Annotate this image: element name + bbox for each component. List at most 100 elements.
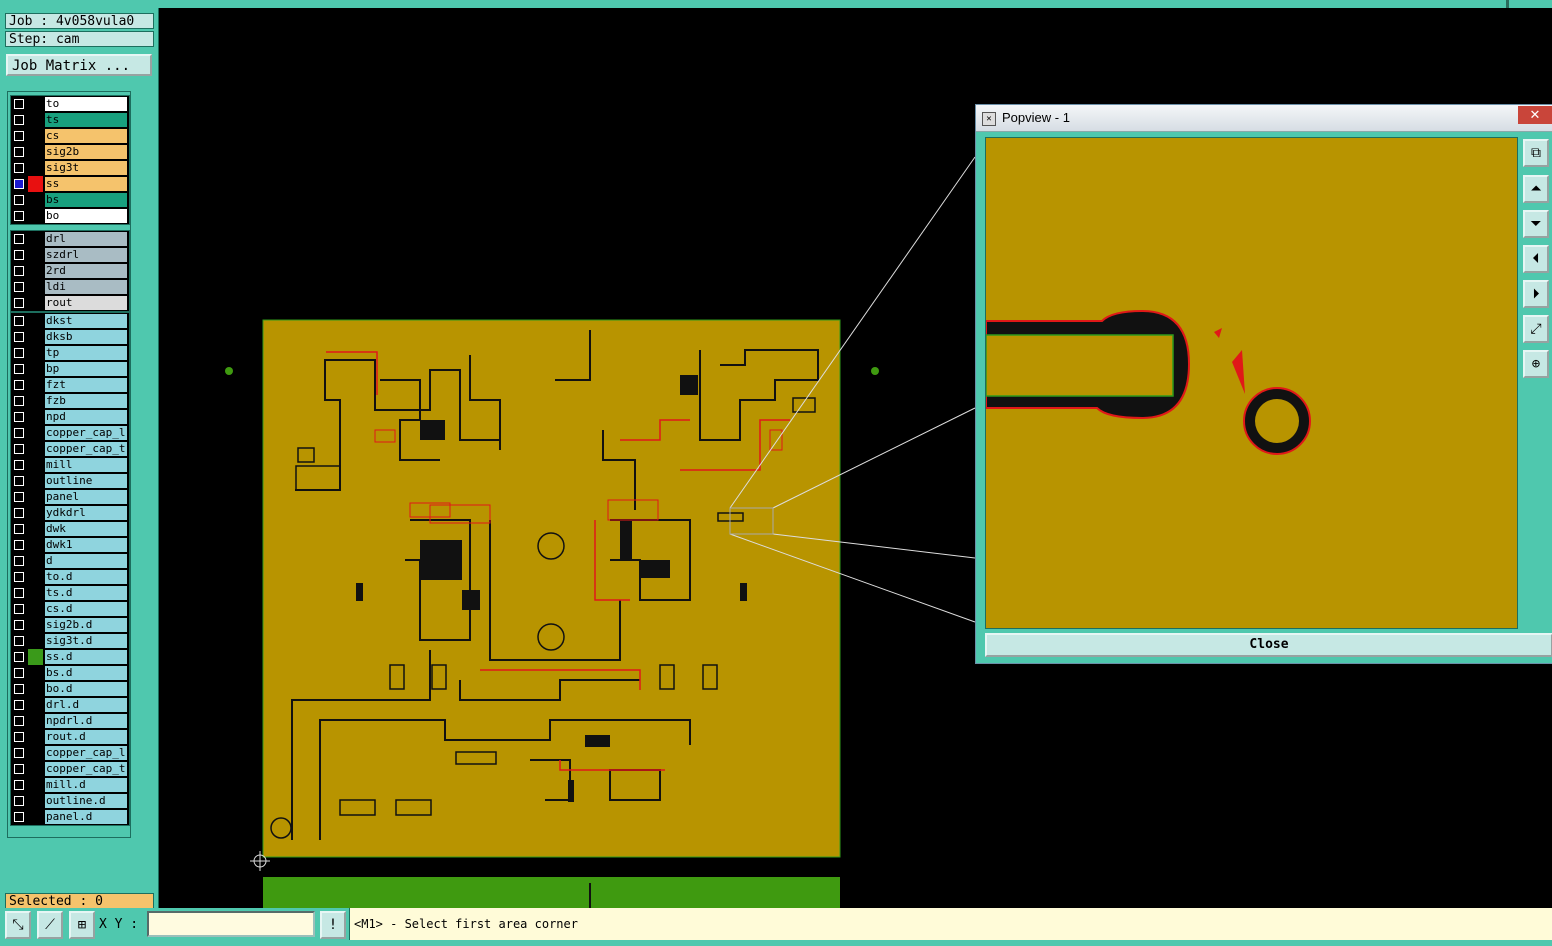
layer-checkbox[interactable]	[14, 652, 24, 662]
layer-checkbox[interactable]	[14, 380, 24, 390]
layer-row-npdrl-d[interactable]: npdrl.d	[11, 713, 129, 729]
layer-name[interactable]: to	[45, 97, 127, 111]
layer-color-swatch[interactable]	[28, 176, 43, 192]
layer-color-swatch[interactable]	[28, 809, 43, 825]
layer-checkbox[interactable]	[14, 620, 24, 630]
layer-checkbox[interactable]	[14, 716, 24, 726]
layer-row-sig2b[interactable]: sig2b	[11, 144, 129, 160]
layer-checkbox[interactable]	[14, 668, 24, 678]
layer-color-swatch[interactable]	[28, 633, 43, 649]
layer-color-swatch[interactable]	[28, 537, 43, 553]
layer-checkbox[interactable]	[14, 460, 24, 470]
pan-down-icon[interactable]: ⏷	[1523, 210, 1549, 238]
layer-checkbox[interactable]	[14, 115, 24, 125]
layer-color-swatch[interactable]	[28, 777, 43, 793]
layer-row-dwk1[interactable]: dwk1	[11, 537, 129, 553]
layer-row-dksb[interactable]: dksb	[11, 329, 129, 345]
layer-color-swatch[interactable]	[28, 761, 43, 777]
layer-name[interactable]: panel.d	[45, 810, 127, 824]
layer-row-to[interactable]: to	[11, 96, 129, 112]
layer-color-swatch[interactable]	[28, 279, 43, 295]
layer-name[interactable]: ydkdrl	[45, 506, 127, 520]
layer-name[interactable]: ldi	[45, 280, 127, 294]
layer-checkbox[interactable]	[14, 266, 24, 276]
layer-color-swatch[interactable]	[28, 713, 43, 729]
zoom-out-icon[interactable]: ⊕	[1523, 350, 1549, 378]
popview-titlebar[interactable]: ✕ Popview - 1 ✕	[976, 105, 1552, 132]
layer-color-swatch[interactable]	[28, 295, 43, 311]
layer-name[interactable]: bs.d	[45, 666, 127, 680]
layer-checkbox[interactable]	[14, 412, 24, 422]
layer-row-bs[interactable]: bs	[11, 192, 129, 208]
layer-color-swatch[interactable]	[28, 409, 43, 425]
layer-row-bo-d[interactable]: bo.d	[11, 681, 129, 697]
layer-row-outline[interactable]: outline	[11, 473, 129, 489]
layer-color-swatch[interactable]	[28, 745, 43, 761]
layer-color-swatch[interactable]	[28, 393, 43, 409]
layer-name[interactable]: ss.d	[45, 650, 127, 664]
layer-checkbox[interactable]	[14, 131, 24, 141]
layer-color-swatch[interactable]	[28, 377, 43, 393]
layer-name[interactable]: ts.d	[45, 586, 127, 600]
layer-checkbox[interactable]	[14, 556, 24, 566]
layer-row-copper-cap-t[interactable]: copper_cap_t	[11, 761, 129, 777]
layer-row-sig2b-d[interactable]: sig2b.d	[11, 617, 129, 633]
layer-checkbox[interactable]	[14, 700, 24, 710]
layer-checkbox[interactable]	[14, 444, 24, 454]
layer-color-swatch[interactable]	[28, 208, 43, 224]
layer-checkbox[interactable]	[14, 780, 24, 790]
layer-checkbox[interactable]	[14, 764, 24, 774]
layer-color-swatch[interactable]	[28, 361, 43, 377]
layer-row-dkst[interactable]: dkst	[11, 313, 129, 329]
alert-icon[interactable]: !	[320, 911, 346, 939]
layer-color-swatch[interactable]	[28, 128, 43, 144]
pan-left-icon[interactable]: ⏴	[1523, 245, 1549, 273]
layer-checkbox[interactable]	[14, 195, 24, 205]
zoom-home-icon[interactable]: ⧉	[1523, 139, 1549, 167]
layer-row-d[interactable]: d	[11, 553, 129, 569]
layer-name[interactable]: outline.d	[45, 794, 127, 808]
layer-name[interactable]: sig2b.d	[45, 618, 127, 632]
zoom-area-icon[interactable]: ⤡	[5, 911, 31, 939]
layer-checkbox[interactable]	[14, 234, 24, 244]
layer-checkbox[interactable]	[14, 540, 24, 550]
layer-color-swatch[interactable]	[28, 793, 43, 809]
layer-checkbox[interactable]	[14, 796, 24, 806]
layer-name[interactable]: bp	[45, 362, 127, 376]
layer-name[interactable]: cs.d	[45, 602, 127, 616]
layer-color-swatch[interactable]	[28, 263, 43, 279]
layer-color-swatch[interactable]	[28, 192, 43, 208]
layer-color-swatch[interactable]	[28, 553, 43, 569]
layer-color-swatch[interactable]	[28, 585, 43, 601]
layer-checkbox[interactable]	[14, 147, 24, 157]
layer-color-swatch[interactable]	[28, 681, 43, 697]
layer-name[interactable]: cs	[45, 129, 127, 143]
layer-checkbox[interactable]	[14, 812, 24, 822]
layer-color-swatch[interactable]	[28, 160, 43, 176]
layer-name[interactable]: szdrl	[45, 248, 127, 262]
layer-checkbox[interactable]	[14, 298, 24, 308]
layer-checkbox[interactable]	[14, 748, 24, 758]
layer-name[interactable]: fzt	[45, 378, 127, 392]
layer-row-bo[interactable]: bo	[11, 208, 129, 224]
layer-color-swatch[interactable]	[28, 96, 43, 112]
layer-row-dwk[interactable]: dwk	[11, 521, 129, 537]
layer-row-tp[interactable]: tp	[11, 345, 129, 361]
layer-color-swatch[interactable]	[28, 697, 43, 713]
layer-color-swatch[interactable]	[28, 247, 43, 263]
layer-color-swatch[interactable]	[28, 313, 43, 329]
layer-checkbox[interactable]	[14, 476, 24, 486]
popview-canvas[interactable]	[985, 137, 1518, 629]
layer-checkbox[interactable]	[14, 604, 24, 614]
layer-name[interactable]: panel	[45, 490, 127, 504]
layer-row-fzt[interactable]: fzt	[11, 377, 129, 393]
layer-checkbox[interactable]	[14, 524, 24, 534]
layer-name[interactable]: ts	[45, 113, 127, 127]
layer-row-cs[interactable]: cs	[11, 128, 129, 144]
layer-row-sig3t-d[interactable]: sig3t.d	[11, 633, 129, 649]
layer-name[interactable]: to.d	[45, 570, 127, 584]
layer-row-mill[interactable]: mill	[11, 457, 129, 473]
layer-row-ydkdrl[interactable]: ydkdrl	[11, 505, 129, 521]
layer-name[interactable]: bs	[45, 193, 127, 207]
layer-name[interactable]: copper_cap_t	[45, 442, 127, 456]
